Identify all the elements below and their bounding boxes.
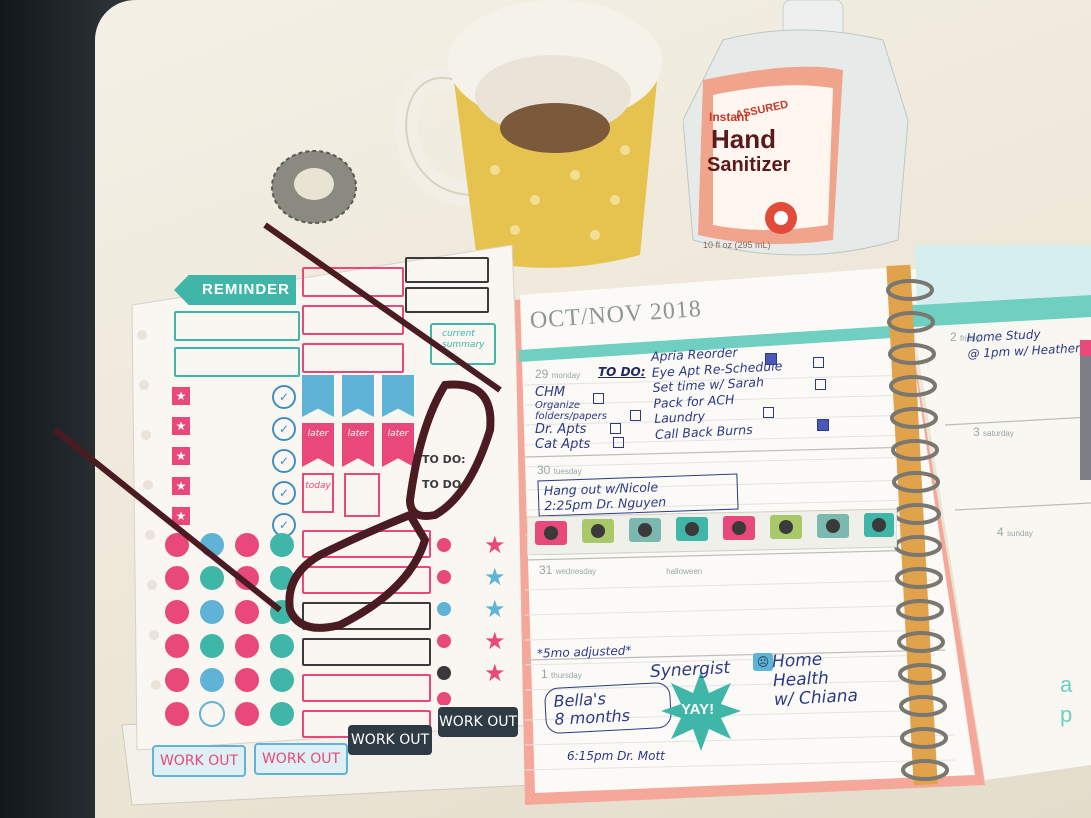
day-name: sunday <box>1007 529 1033 538</box>
day-30-label: 30 tuesday <box>537 463 582 477</box>
pen-edge <box>1080 350 1091 480</box>
camera-washi-tape <box>527 508 897 555</box>
side-letter: p <box>1060 702 1073 727</box>
bella-line: 8 months <box>554 705 631 729</box>
photo-scene: ASSURED Instant Hand Sanitizer 10 fl oz … <box>0 0 1091 818</box>
day-3-label: 3 saturday <box>973 425 1014 439</box>
checkbox-empty <box>593 393 604 404</box>
day-number: 3 <box>973 425 980 439</box>
day-name: tuesday <box>553 467 582 476</box>
day-number: 1 <box>541 667 548 681</box>
checkbox-empty <box>763 407 774 418</box>
day-number: 31 <box>539 563 553 577</box>
checkbox-checked <box>817 419 829 431</box>
side-letters: a p <box>1060 670 1072 730</box>
monday-item: Cat Apts <box>535 437 591 452</box>
strawberry-icon <box>765 202 797 234</box>
checkbox-empty <box>613 437 624 448</box>
day-name: saturday <box>983 429 1014 438</box>
day-number: 2 <box>950 330 957 344</box>
day-name: monday <box>551 371 581 380</box>
yay-text: YAY! <box>681 701 715 718</box>
day-31-label: 31 wednesday halloween <box>539 563 702 577</box>
monday-item: CHM <box>535 385 566 400</box>
synergist-note: Synergist <box>649 657 731 683</box>
sanitizer-instant: Instant <box>709 110 749 124</box>
day-number: 30 <box>537 463 551 477</box>
home-health-note: Home Health w/ Chiana <box>772 649 859 711</box>
holiday-label: halloween <box>666 567 703 576</box>
checkbox-empty <box>813 357 824 368</box>
day-number: 4 <box>997 525 1004 539</box>
checkbox-checked <box>765 353 777 365</box>
checkbox-empty <box>815 379 826 390</box>
eyeglasses <box>53 222 502 632</box>
friday-note: Home Study @ 1pm w/ Heather <box>966 324 1080 362</box>
bella-cloud-note: Bella's 8 months <box>543 681 673 735</box>
sanitizer-hand: Hand <box>711 124 776 154</box>
dr-mott-note: 6:15pm Dr. Mott <box>567 749 665 763</box>
monday-item: Dr. Apts <box>535 422 587 437</box>
day-number: 29 <box>535 367 549 381</box>
checkbox-empty <box>610 423 621 434</box>
day-4-label: 4 sunday <box>997 525 1033 539</box>
day-name: thursday <box>551 671 582 680</box>
workout-sticker: WORK OUT <box>152 745 246 777</box>
pen-cap <box>1080 340 1091 356</box>
sanitizer-title: Sanitizer <box>707 154 791 176</box>
pink-box-sticker <box>302 674 431 702</box>
hand-sanitizer-bottle: ASSURED Instant Hand Sanitizer 10 fl oz … <box>683 0 913 265</box>
workout-sticker: WORK OUT <box>254 743 348 775</box>
todo-label: TO DO: <box>598 365 646 379</box>
day-1-label: 1 thursday <box>541 667 582 681</box>
monday-left-list: CHM Organize folders/papers Dr. Apts Cat… <box>535 385 645 452</box>
svg-text:★: ★ <box>484 659 506 687</box>
sad-face-icon: ☹ <box>753 653 773 671</box>
workout-sticker-dark: WORK OUT <box>348 725 432 755</box>
planner: OCT/NOV 2018 29 monday 30 tuesday 31 wed… <box>505 245 1091 818</box>
day-29-label: 29 monday <box>535 367 580 381</box>
checkbox-empty <box>630 410 641 421</box>
day-name: wednesday <box>555 567 597 576</box>
side-letter: a <box>1060 672 1073 697</box>
